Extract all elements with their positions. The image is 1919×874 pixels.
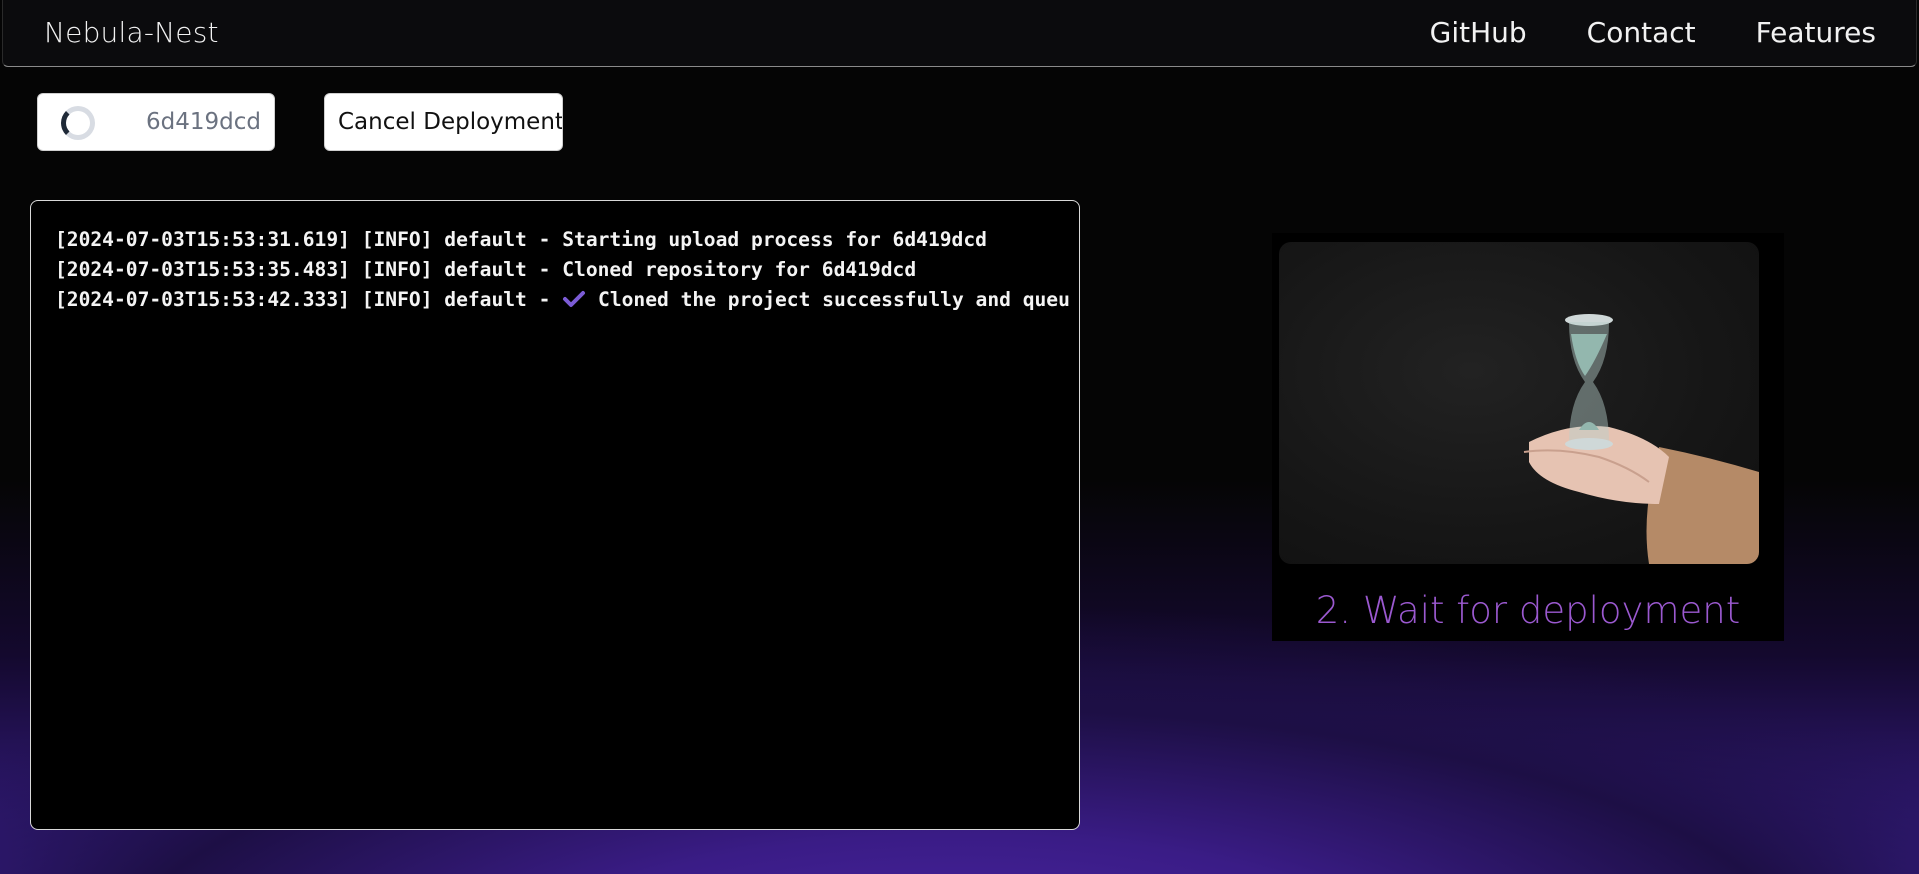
deployment-id: 6d419dcd bbox=[146, 109, 261, 135]
log-line: [2024-07-03T15:53:31.619] [INFO] default… bbox=[55, 225, 1079, 255]
nav-link-contact[interactable]: Contact bbox=[1587, 16, 1696, 49]
nav-link-github[interactable]: GitHub bbox=[1430, 16, 1527, 49]
cancel-deployment-label: Cancel Deployment bbox=[338, 109, 563, 135]
deployment-log-panel[interactable]: [2024-07-03T15:53:31.619] [INFO] default… bbox=[30, 200, 1080, 830]
cancel-deployment-button[interactable]: Cancel Deployment bbox=[324, 93, 563, 151]
check-icon bbox=[562, 288, 586, 311]
nav-link-features[interactable]: Features bbox=[1756, 16, 1876, 49]
deployment-status-box: 6d419dcd bbox=[37, 93, 275, 151]
nav-links: GitHub Contact Features bbox=[1430, 16, 1876, 49]
top-navbar: Nebula-Nest GitHub Contact Features bbox=[2, 0, 1917, 67]
hourglass-image bbox=[1279, 242, 1759, 564]
brand-logo-text[interactable]: Nebula-Nest bbox=[44, 16, 219, 49]
log-message: Cloned the project successfully and queu bbox=[586, 288, 1070, 311]
log-line: [2024-07-03T15:53:35.483] [INFO] default… bbox=[55, 255, 1079, 285]
step-caption: 2. Wait for deployment bbox=[1315, 589, 1741, 632]
log-message: Cloned repository for 6d419dcd bbox=[562, 258, 917, 281]
log-prefix: [2024-07-03T15:53:35.483] [INFO] default… bbox=[55, 258, 563, 281]
log-line: [2024-07-03T15:53:42.333] [INFO] default… bbox=[55, 285, 1079, 315]
log-prefix: [2024-07-03T15:53:42.333] [INFO] default… bbox=[55, 288, 563, 311]
step-card: 2. Wait for deployment bbox=[1272, 233, 1784, 641]
log-message: Starting upload process for 6d419dcd bbox=[562, 228, 987, 251]
log-prefix: [2024-07-03T15:53:31.619] [INFO] default… bbox=[55, 228, 563, 251]
loading-spinner-icon bbox=[61, 106, 95, 140]
